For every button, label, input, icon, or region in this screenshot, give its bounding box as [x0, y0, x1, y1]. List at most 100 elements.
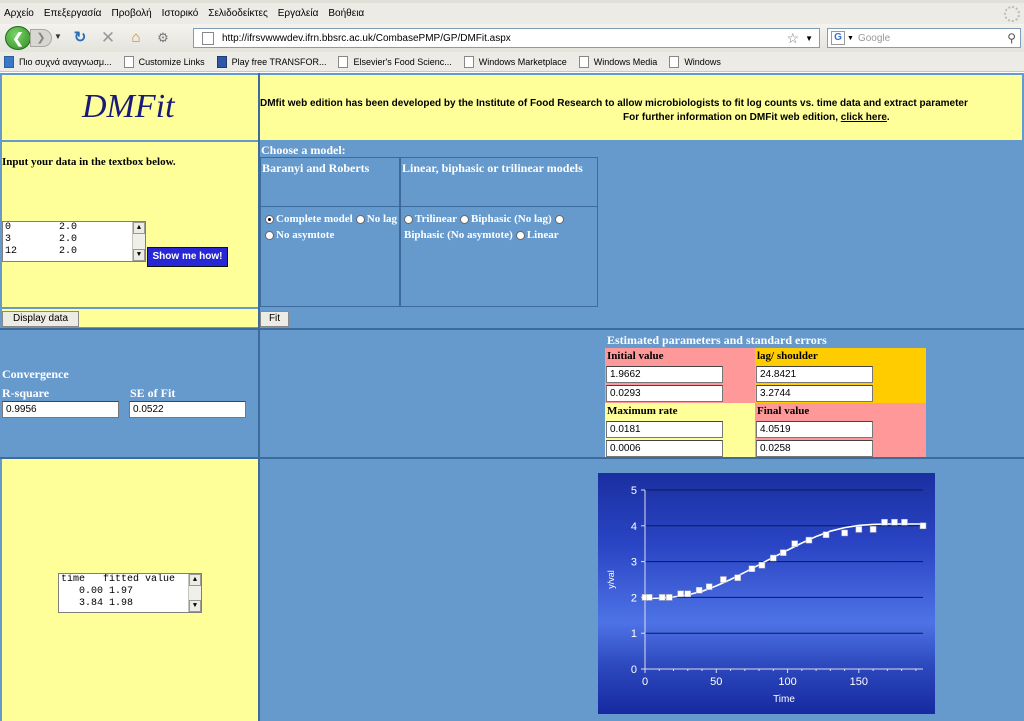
data-point — [869, 526, 877, 533]
radio-icon[interactable] — [355, 214, 365, 224]
lag-field[interactable]: 24.8421 — [756, 366, 873, 383]
data-point — [805, 536, 813, 544]
site-icon — [216, 55, 227, 68]
page-icon — [338, 55, 349, 68]
y-tick-label: 4 — [631, 521, 637, 533]
bookmark-label: Windows Marketplace — [478, 56, 567, 67]
intro-text: DMfit web edition has been developed by … — [260, 97, 1024, 125]
search-engine-icon[interactable]: G — [831, 31, 845, 45]
click-here-link[interactable]: click here — [841, 112, 887, 123]
bookmark-item[interactable]: Windows Media — [578, 55, 658, 68]
radio-label: Linear — [526, 229, 559, 241]
address-bar[interactable]: http://ifrsvwwwdev.ifrn.bbsrc.ac.uk/Comb… — [193, 28, 820, 48]
search-bar[interactable]: G ▼ Google ⚲ — [827, 28, 1021, 48]
data-point — [695, 586, 703, 594]
radio-icon[interactable] — [265, 230, 274, 240]
reload-icon[interactable]: ↻ — [70, 28, 90, 48]
final-se-field[interactable]: 0.0258 — [756, 440, 873, 457]
bookmark-label: Windows Media — [593, 56, 658, 67]
scroll-down-icon[interactable]: ▼ — [189, 600, 201, 612]
fitted-row: 0.00 1.97 — [61, 586, 134, 597]
url-text[interactable]: http://ifrsvwwwdev.ifrn.bbsrc.ac.uk/Comb… — [222, 33, 787, 44]
radio-biphasic-no-lag[interactable]: Biphasic (No lag) — [460, 213, 552, 225]
menu-help[interactable]: Βοήθεια — [328, 8, 364, 19]
search-icon[interactable]: ⚲ — [1007, 31, 1016, 45]
menu-bookmarks[interactable]: Σελιδοδείκτες — [208, 8, 267, 19]
scroll-down-icon[interactable]: ▼ — [133, 249, 145, 261]
fitted-header-row: time fitted value — [61, 574, 176, 585]
data-point — [758, 561, 766, 569]
y-axis-label: y/val — [606, 570, 616, 589]
bookmark-label: Customize Links — [138, 56, 205, 67]
se-of-fit-label: SE of Fit — [130, 386, 176, 400]
show-me-how-button[interactable]: Show me how! — [147, 247, 228, 267]
y-tick-label: 0 — [631, 664, 637, 676]
radio-icon[interactable] — [460, 214, 470, 224]
stop-icon[interactable]: ✕ — [98, 28, 118, 48]
tools-icon[interactable]: ⚙ — [153, 28, 173, 48]
bookmark-item[interactable]: Customize Links — [123, 55, 205, 68]
parameters-title: Estimated parameters and standard errors — [607, 333, 827, 347]
input-instruction: Input your data in the textbox below. — [2, 156, 176, 168]
menu-tools[interactable]: Εργαλεία — [278, 8, 319, 19]
baranyi-title: Baranyi and Roberts — [262, 161, 370, 175]
radio-icon[interactable] — [554, 214, 564, 224]
bookmark-folder-icon — [4, 55, 14, 68]
bookmark-label: Windows — [684, 56, 721, 67]
radio-icon[interactable] — [404, 214, 413, 224]
bookmark-item[interactable]: Elsevier's Food Scienc... — [338, 55, 452, 68]
intro-line-2-prefix: For further information on DMFit web edi… — [623, 112, 838, 123]
search-input[interactable]: Google — [858, 33, 1007, 44]
x-tick-label: 0 — [642, 676, 648, 688]
bookmark-item[interactable]: Πιο συχνά αναγνωσμ... — [4, 55, 112, 68]
row-divider — [0, 328, 1024, 330]
fit-button[interactable]: Fit — [260, 311, 289, 327]
radio-no-lag[interactable]: No lag — [355, 213, 397, 225]
radio-icon[interactable] — [515, 230, 525, 240]
fitted-values-textarea[interactable]: time fitted value 0.00 1.97 3.84 1.98 ▲ … — [58, 573, 202, 613]
history-dropdown-icon[interactable]: ▼ — [54, 32, 62, 41]
bookmark-item[interactable]: Windows Marketplace — [463, 55, 567, 68]
home-icon[interactable]: ⌂ — [126, 28, 146, 48]
menu-file[interactable]: Αρχείο — [4, 8, 34, 19]
radio-selected-icon[interactable] — [265, 214, 274, 224]
menu-bar: Αρχείο Επεξεργασία Προβολή Ιστορικό Σελι… — [0, 0, 1024, 24]
menu-history[interactable]: Ιστορικό — [162, 8, 199, 19]
data-point — [822, 531, 830, 538]
display-data-button[interactable]: Display data — [2, 311, 79, 327]
initial-value-label: Initial value — [607, 350, 664, 362]
scroll-up-icon[interactable]: ▲ — [133, 222, 145, 234]
data-point — [705, 583, 713, 590]
textarea-scrollbar[interactable]: ▲ ▼ — [188, 574, 201, 612]
radio-complete-model[interactable]: Complete model — [265, 213, 353, 225]
lag-se-field[interactable]: 3.2744 — [756, 385, 873, 402]
data-point — [720, 576, 727, 583]
textarea-scrollbar[interactable]: ▲ ▼ — [132, 222, 145, 261]
data-textarea[interactable]: 0 2.0 3 2.0 12 2.0 ▲ ▼ — [2, 221, 146, 262]
bookmark-star-icon[interactable]: ☆ — [787, 30, 800, 47]
initial-value-field[interactable]: 1.9662 — [606, 366, 723, 383]
back-button[interactable]: ❮ — [5, 26, 31, 50]
r-square-field[interactable]: 0.9956 — [2, 401, 119, 418]
menu-edit[interactable]: Επεξεργασία — [44, 8, 102, 19]
forward-button[interactable]: ❯ — [30, 29, 52, 47]
final-value-field[interactable]: 4.0519 — [756, 421, 873, 438]
search-engine-dropdown-icon[interactable]: ▼ — [847, 35, 854, 42]
initial-se-field[interactable]: 0.0293 — [606, 385, 723, 402]
url-dropdown-icon[interactable]: ▼ — [805, 34, 813, 43]
radio-no-asymtote[interactable]: No asymtote — [265, 229, 334, 241]
data-point — [734, 574, 741, 581]
max-rate-se-field[interactable]: 0.0006 — [606, 440, 723, 457]
page-icon — [463, 55, 474, 68]
linear-title: Linear, biphasic or trilinear models — [402, 161, 583, 175]
radio-linear[interactable]: Linear — [515, 229, 559, 241]
max-rate-field[interactable]: 0.0181 — [606, 421, 723, 438]
bookmark-item[interactable]: Play free TRANSFOR... — [216, 55, 326, 68]
menu-view[interactable]: Προβολή — [111, 8, 151, 19]
radio-trilinear[interactable]: Trilinear — [404, 213, 457, 225]
data-point — [770, 554, 777, 562]
bookmark-item[interactable]: Windows — [669, 55, 721, 68]
scroll-up-icon[interactable]: ▲ — [189, 574, 201, 586]
se-of-fit-field[interactable]: 0.0522 — [129, 401, 246, 418]
data-point — [748, 565, 756, 573]
